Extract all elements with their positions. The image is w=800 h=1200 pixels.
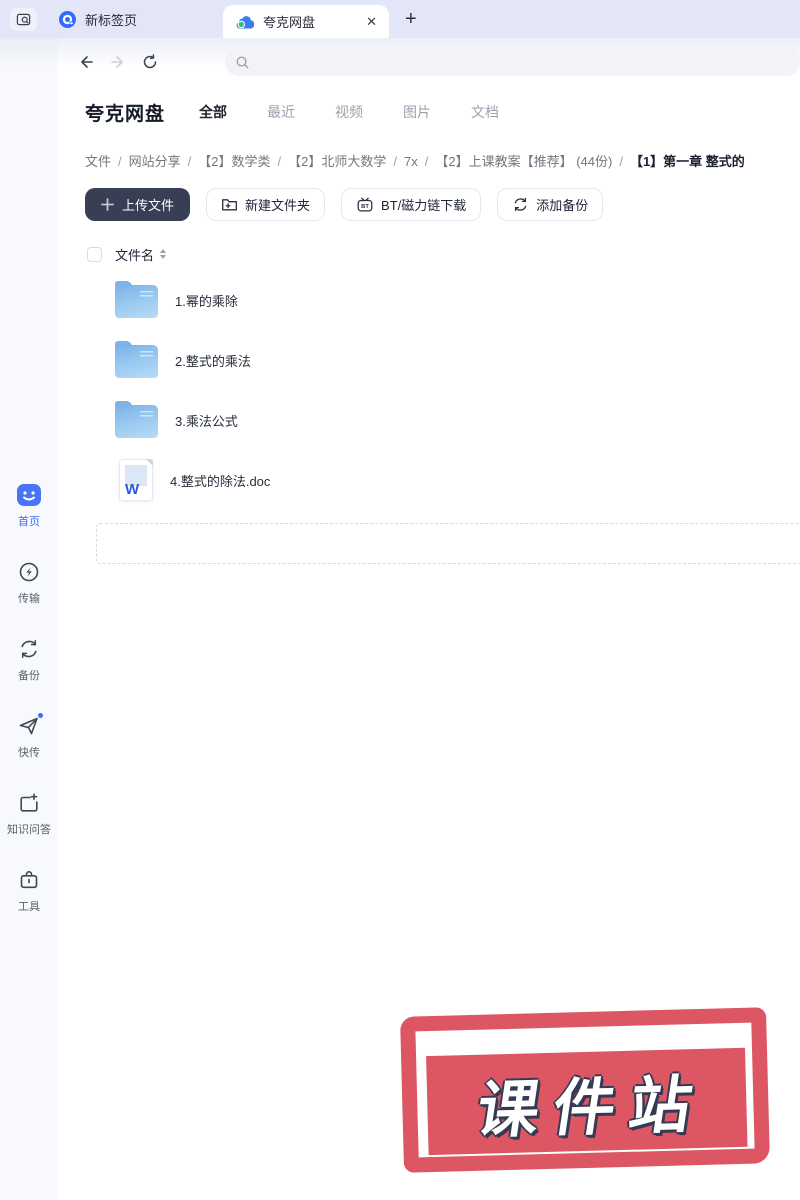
new-folder-label: 新建文件夹 [245, 198, 311, 213]
sidebar-item-label: 知识问答 [7, 824, 51, 836]
folder-plus-icon [221, 196, 238, 213]
tab-all[interactable]: 全部 [199, 102, 227, 122]
file-row[interactable]: 1.幂的乘除 [58, 270, 800, 330]
breadcrumb-item[interactable]: 【2】上课教案【推荐】 (44份) [435, 154, 612, 169]
browser-tab-newtab[interactable]: 新标签页 [53, 10, 143, 29]
file-name: 2.整式的乘法 [175, 353, 251, 369]
refresh-button[interactable] [138, 50, 162, 74]
home-icon [16, 482, 42, 508]
quark-browser-logo-icon [59, 10, 76, 28]
tab-overview-button[interactable] [10, 7, 37, 31]
main-content: 夸克网盘 全部 最近 视频 图片 文档 文件 / 网站分享 / 【2】数学类 / 【2】北师… [58, 38, 800, 1200]
breadcrumb: 文件 / 网站分享 / 【2】数学类 / 【2】北师大数学 / 7x / 【2】上课教案【推荐】 (… [58, 151, 800, 170]
upload-dropzone[interactable] [96, 523, 800, 564]
tab-videos[interactable]: 视频 [335, 102, 363, 122]
browser-tab-quark-drive[interactable]: 夸克网盘 ✕ [223, 5, 390, 38]
tab-documents[interactable]: 文档 [471, 102, 499, 122]
file-name: 1.幂的乘除 [175, 293, 238, 309]
breadcrumb-item[interactable]: 【2】数学类 [198, 154, 270, 169]
file-row[interactable]: W 4.整式的除法.doc [58, 450, 800, 510]
filename-column-header: 文件名 [115, 247, 155, 263]
drive-header: 夸克网盘 全部 最近 视频 图片 文档 [58, 98, 800, 126]
notification-badge [37, 712, 44, 719]
sort-toggle-icon[interactable] [160, 249, 167, 259]
file-name: 4.整式的除法.doc [170, 473, 271, 489]
bt-download-label: BT/磁力链下载 [381, 198, 467, 213]
tab-overview-icon [16, 12, 31, 27]
sidebar-item-label: 工具 [18, 901, 40, 913]
new-tab-button[interactable]: + [405, 9, 417, 29]
svg-text:BT: BT [361, 204, 369, 210]
back-button[interactable] [74, 50, 98, 74]
folder-icon [115, 401, 158, 438]
action-toolbar: 上传文件 新建文件夹 BT BT/磁力链下载 添加备份 [58, 188, 800, 221]
refresh-icon [141, 53, 159, 71]
breadcrumb-item[interactable]: 文件 [85, 154, 111, 169]
breadcrumb-separator: / [277, 154, 282, 169]
breadcrumb-item[interactable]: 网站分享 [129, 154, 181, 169]
address-search-bar[interactable] [225, 48, 800, 76]
toolbox-icon [16, 867, 42, 893]
breadcrumb-separator: / [619, 154, 623, 169]
sidebar-item-tools[interactable]: 工具 [16, 867, 42, 914]
search-input[interactable] [250, 48, 800, 76]
tab-images[interactable]: 图片 [403, 102, 431, 122]
search-icon [235, 55, 250, 70]
breadcrumb-current: 【1】第一章 整式的 [629, 154, 745, 169]
browser-tabbar: 新标签页 夸克网盘 ✕ + [0, 0, 800, 38]
bt-download-icon: BT [356, 196, 374, 214]
transfer-icon [16, 559, 42, 585]
breadcrumb-item[interactable]: 【2】北师大数学 [288, 154, 386, 169]
circular-arrows-icon [512, 196, 529, 213]
breadcrumb-separator: / [393, 154, 397, 169]
paper-plane-icon [16, 712, 44, 739]
breadcrumb-separator: / [118, 154, 122, 169]
tab-title: 夸克网盘 [263, 15, 316, 30]
add-backup-label: 添加备份 [536, 198, 589, 213]
new-folder-button[interactable]: 新建文件夹 [206, 188, 326, 221]
add-backup-button[interactable]: 添加备份 [497, 188, 604, 221]
sidebar-item-backup[interactable]: 备份 [16, 636, 42, 683]
sidebar-item-transfer[interactable]: 传输 [16, 559, 42, 606]
sidebar-item-label: 首页 [18, 516, 40, 528]
cloud-drive-icon [235, 14, 255, 29]
folder-icon [115, 281, 158, 318]
bt-magnet-download-button[interactable]: BT BT/磁力链下载 [341, 188, 482, 221]
backup-sync-icon [16, 636, 42, 662]
file-list-header: 文件名 [58, 245, 800, 263]
breadcrumb-separator: / [424, 154, 429, 169]
close-icon[interactable]: ✕ [366, 14, 377, 30]
browser-navbar [58, 38, 800, 86]
breadcrumb-item[interactable]: 7x [404, 154, 418, 169]
tab-recent[interactable]: 最近 [267, 102, 295, 122]
sidebar-item-label: 备份 [18, 670, 40, 682]
tab-title: 新标签页 [85, 12, 138, 28]
sidebar-item-label: 传输 [18, 593, 40, 605]
file-row[interactable]: 2.整式的乘法 [58, 330, 800, 390]
sidebar-item-home[interactable]: 首页 [16, 482, 42, 529]
back-icon [77, 53, 95, 71]
sidebar: 首页 传输 备份 快传 知识问答 工具 [0, 38, 58, 1200]
forward-button[interactable] [106, 50, 130, 74]
sidebar-item-label: 快传 [18, 747, 40, 759]
page-title: 夸克网盘 [85, 103, 166, 125]
folder-icon [115, 341, 158, 378]
plus-icon [101, 198, 114, 211]
upload-file-label: 上传文件 [122, 198, 175, 213]
forward-icon [109, 53, 127, 71]
file-name: 3.乘法公式 [175, 413, 238, 429]
sidebar-item-knowledge-qa[interactable]: 知识问答 [7, 790, 51, 837]
word-doc-icon: W [119, 459, 153, 501]
upload-file-button[interactable]: 上传文件 [85, 188, 191, 221]
file-row[interactable]: 3.乘法公式 [58, 390, 800, 450]
sidebar-item-quick-send[interactable]: 快传 [16, 712, 44, 760]
select-all-checkbox[interactable] [87, 246, 102, 262]
knowledge-folder-plus-icon [16, 790, 42, 816]
breadcrumb-separator: / [187, 154, 192, 169]
file-list: 1.幂的乘除 2.整式的乘法 3.乘法公式 W 4.整式的除法.doc [58, 270, 800, 510]
